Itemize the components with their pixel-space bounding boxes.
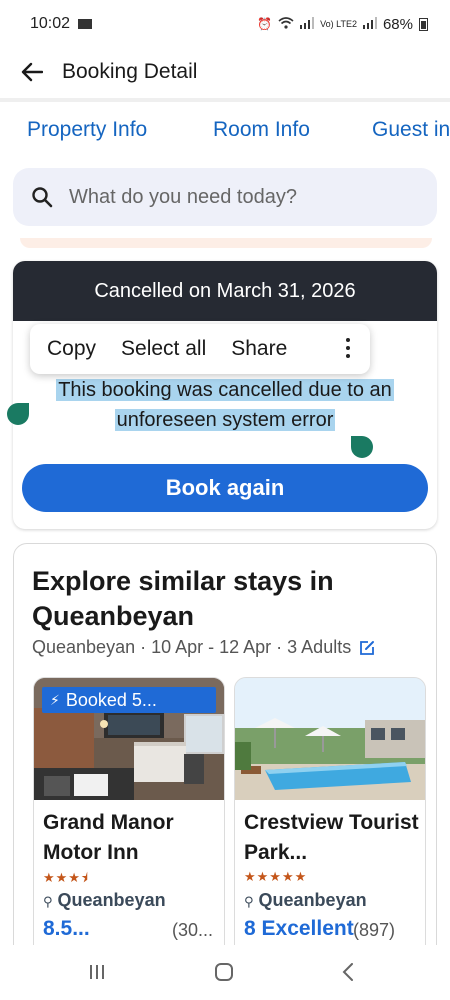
edit-icon[interactable] — [359, 640, 375, 656]
hotel-location-text: Queanbeyan — [57, 890, 166, 910]
cancellation-message-line2: unforeseen system error — [114, 409, 336, 431]
book-again-button[interactable]: Book again — [22, 464, 428, 512]
explore-title: Explore similar stays in Queanbeyan — [32, 566, 334, 631]
star-rating: ★★★⯨ — [43, 870, 89, 885]
wifi-icon — [278, 16, 294, 32]
text-selection-menu: Copy Select all Share — [30, 324, 370, 374]
battery-icon — [419, 17, 428, 31]
hotel-location: ⚲ Queanbeyan — [244, 890, 367, 911]
tab-property-info[interactable]: Property Info — [27, 118, 147, 142]
home-icon[interactable] — [214, 963, 234, 986]
explore-subtitle[interactable]: Queanbeyan · 10 Apr - 12 Apr · 3 Adults — [32, 637, 375, 658]
tab-guest-info[interactable]: Guest in — [372, 118, 450, 142]
status-time: 10:02 — [30, 15, 71, 32]
status-bar: 10:02 ⏰ Vo) LTE2 68% — [0, 0, 450, 48]
lightning-icon: ⚡ — [50, 691, 60, 708]
back-nav-icon[interactable] — [341, 963, 355, 986]
menu-copy[interactable]: Copy — [47, 337, 96, 361]
app-bar: Booking Detail — [0, 48, 450, 96]
location-pin-icon: ⚲ — [244, 894, 254, 909]
cancellation-message[interactable]: This booking was cancelled due to an unf… — [13, 375, 437, 435]
explore-search-summary: Queanbeyan · 10 Apr - 12 Apr · 3 Adults — [32, 637, 352, 657]
location-pin-icon: ⚲ — [43, 894, 53, 909]
cancellation-header: Cancelled on March 31, 2026 — [13, 261, 437, 321]
hotel-card[interactable]: Crestview Tourist Park... ★★★★★ ⚲ Queanb… — [234, 677, 426, 962]
search-bar[interactable] — [13, 168, 437, 226]
hotel-photo — [235, 678, 425, 800]
search-icon — [31, 186, 53, 208]
mail-notification-icon — [78, 19, 93, 29]
page-title: Booking Detail — [62, 60, 198, 83]
network-type: Vo) LTE2 — [320, 18, 357, 29]
booked-badge: ⚡ Booked 5... — [42, 687, 216, 713]
previous-card-edge — [20, 238, 432, 248]
cancellation-card: Cancelled on March 31, 2026 This booking… — [7, 261, 437, 529]
cancellation-message-line1: This booking was cancelled due to an — [56, 379, 394, 401]
selection-handle-end[interactable] — [351, 436, 373, 458]
hotel-location-text: Queanbeyan — [258, 890, 367, 910]
back-arrow-icon[interactable] — [20, 60, 44, 84]
menu-share[interactable]: Share — [231, 337, 287, 361]
hotel-name: Grand Manor Motor Inn — [43, 811, 174, 864]
selection-handle-start[interactable] — [7, 403, 29, 425]
hotel-card[interactable]: ⚡ Booked 5... Grand Manor Motor Inn ★★★⯨… — [33, 677, 225, 962]
system-nav-bar — [0, 945, 450, 1000]
hotel-score: 8 Excellent — [244, 917, 354, 940]
signal-icon-2 — [362, 16, 377, 32]
more-options-icon[interactable] — [346, 338, 350, 358]
hotel-score: 8.5... — [43, 917, 90, 940]
app-bar-divider — [0, 98, 450, 102]
signal-icon — [300, 16, 315, 32]
hotel-reviews: (897) — [353, 920, 396, 940]
alarm-icon: ⏰ — [257, 17, 273, 31]
hotel-location: ⚲ Queanbeyan — [43, 890, 166, 911]
tab-room-info[interactable]: Room Info — [213, 118, 310, 142]
booked-badge-text: Booked 5... — [65, 689, 157, 710]
recent-apps-icon[interactable] — [88, 963, 106, 986]
hotel-reviews: (30... — [172, 920, 214, 940]
star-rating: ★★★★★ — [244, 869, 308, 884]
explore-similar-card: Explore similar stays in Queanbeyan Quea… — [13, 543, 437, 963]
battery-percent: 68% — [382, 15, 413, 33]
menu-select-all[interactable]: Select all — [121, 337, 206, 361]
tab-bar: Property Info Room Info Guest in — [0, 106, 450, 158]
search-input[interactable] — [69, 185, 389, 209]
hotel-name: Crestview Tourist Park... — [244, 811, 419, 864]
